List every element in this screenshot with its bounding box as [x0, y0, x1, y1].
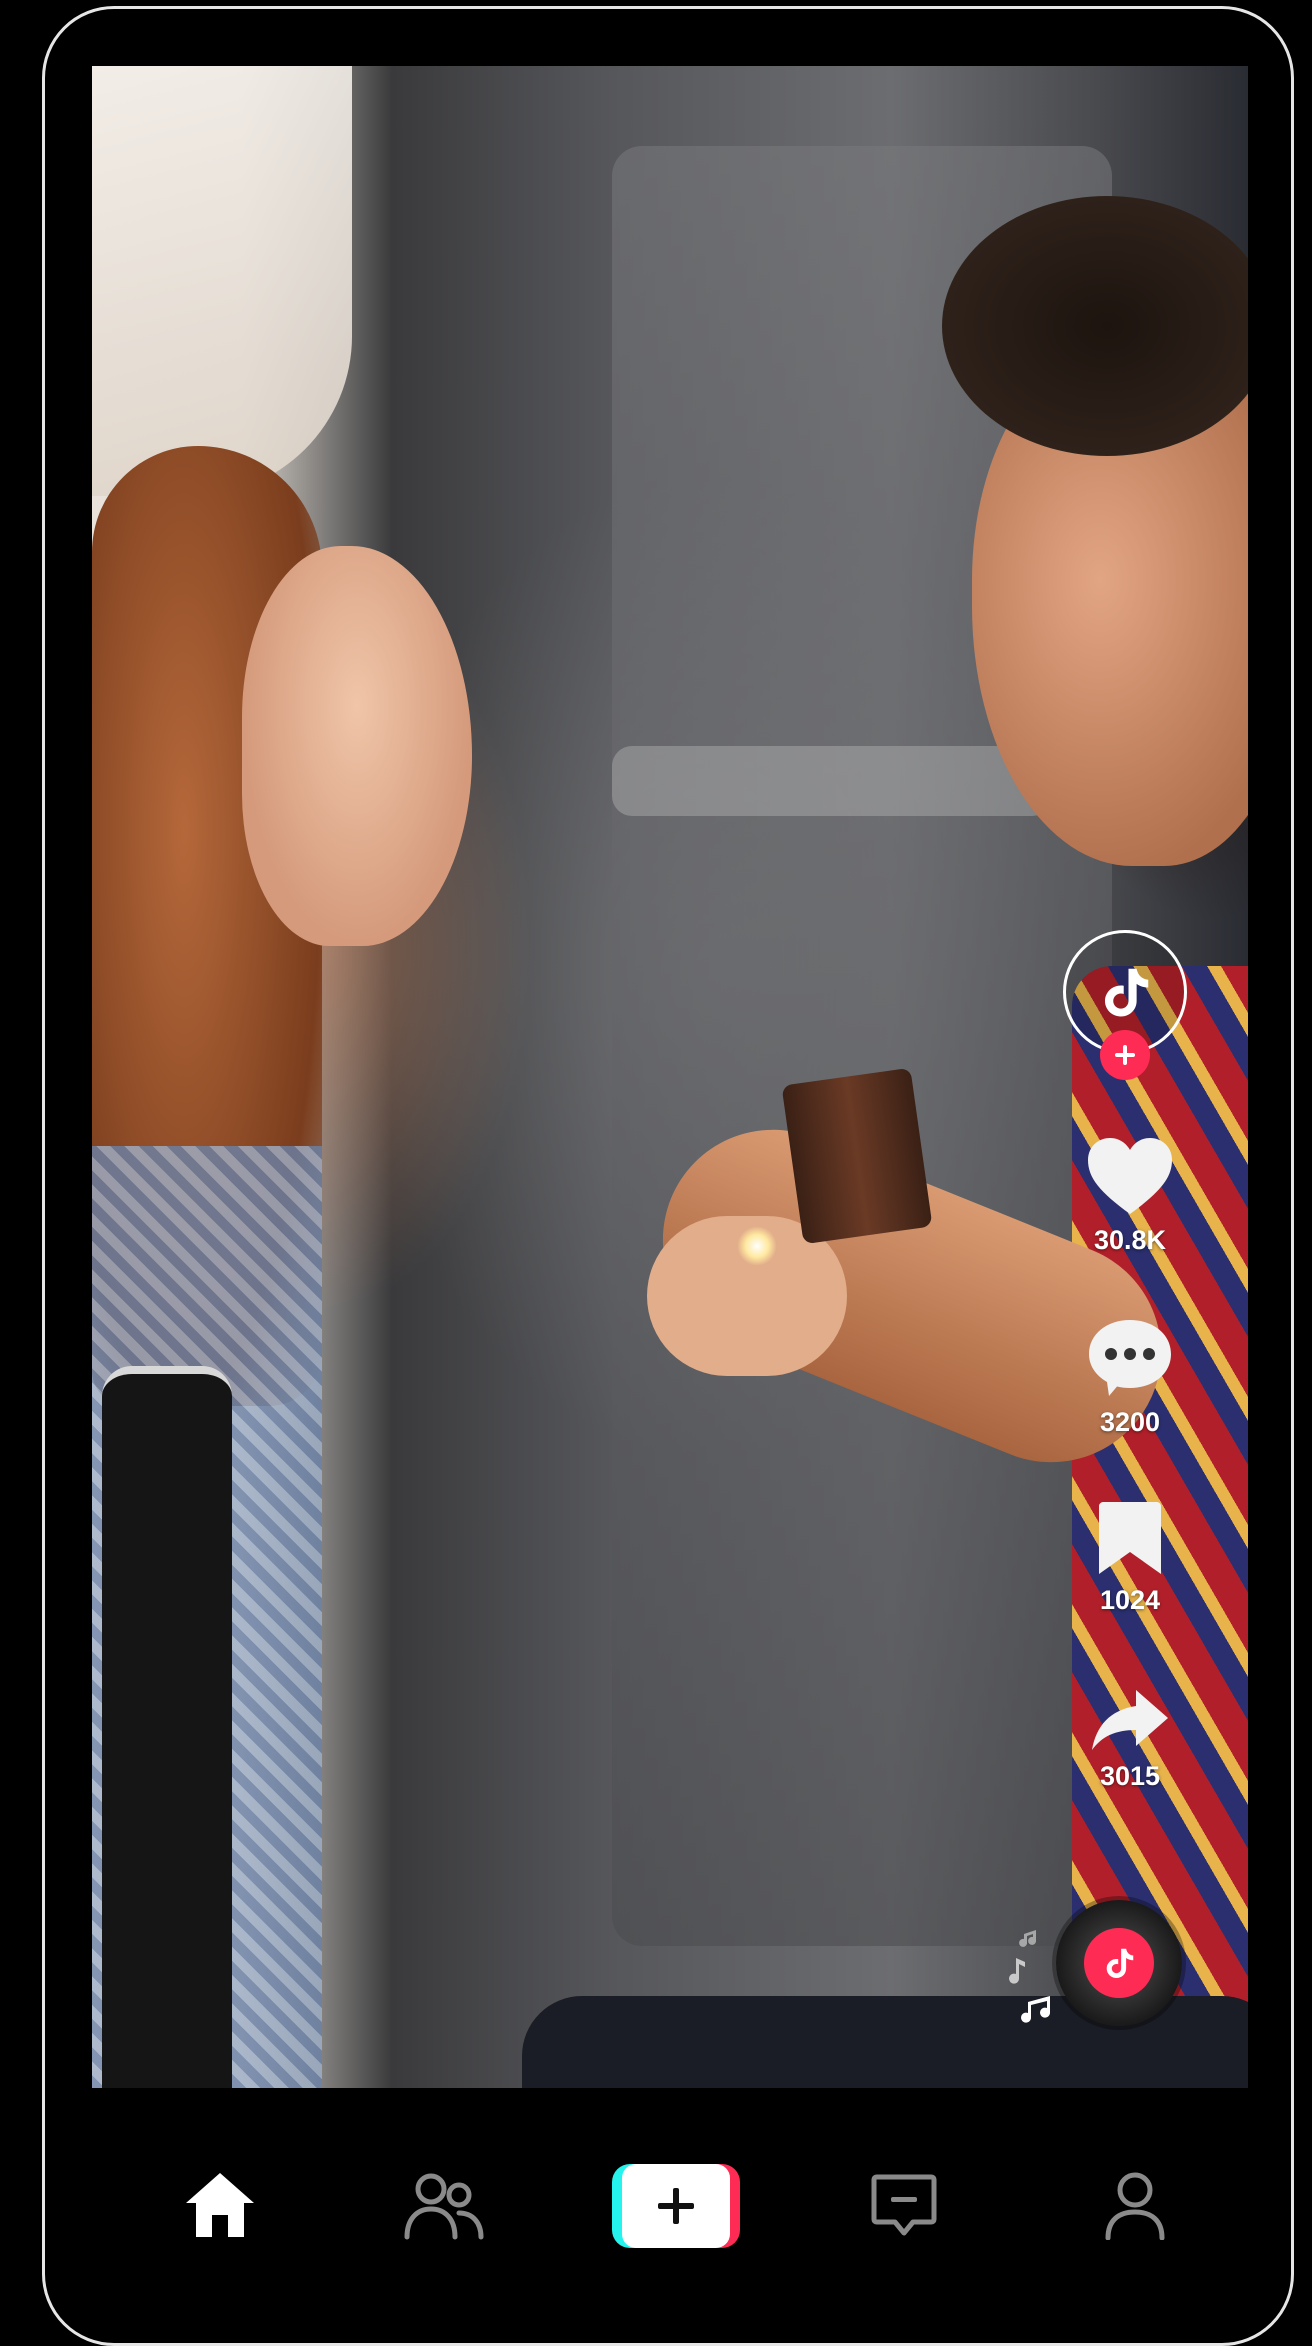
heart-icon	[1088, 1138, 1172, 1214]
create-button[interactable]	[612, 2164, 740, 2248]
plus-icon	[1115, 1045, 1135, 1065]
video-background-window	[92, 66, 352, 496]
inbox-icon	[871, 2174, 937, 2236]
follow-button[interactable]	[1100, 1030, 1150, 1080]
tab-inbox[interactable]	[849, 2150, 959, 2260]
bottom-nav	[92, 2150, 1248, 2270]
bookmark-count: 1024	[1099, 1585, 1161, 1615]
comment-button[interactable]: 3200	[1050, 1318, 1210, 1438]
profile-icon	[1105, 2172, 1165, 2240]
tab-home[interactable]	[165, 2150, 275, 2260]
video-seat	[102, 1366, 232, 2088]
tab-profile[interactable]	[1080, 2150, 1190, 2260]
bookmark-button[interactable]: 1024	[1050, 1500, 1210, 1616]
share-button[interactable]: 3015	[1050, 1688, 1210, 1792]
music-disc-button[interactable]	[1056, 1900, 1182, 2026]
home-icon	[186, 2173, 254, 2237]
tiktok-logo-icon	[1106, 1948, 1134, 1979]
comment-count: 3200	[1099, 1407, 1161, 1437]
like-count: 30.8K	[1093, 1225, 1167, 1255]
create-plus-icon	[658, 2188, 694, 2224]
like-button[interactable]: 30.8K	[1050, 1136, 1210, 1256]
share-count: 3015	[1099, 1761, 1161, 1791]
music-disc-center	[1084, 1928, 1154, 1998]
friends-icon	[404, 2173, 484, 2240]
tab-friends[interactable]	[389, 2150, 499, 2260]
create-button-face	[622, 2164, 730, 2248]
video-sparkle	[737, 1226, 777, 1266]
video-ring-box	[781, 1067, 933, 1245]
comment-bubble-icon	[1089, 1320, 1171, 1396]
share-arrow-icon	[1092, 1690, 1168, 1750]
bookmark-icon	[1099, 1502, 1161, 1574]
video-background-shelf	[612, 746, 1052, 816]
creator-avatar-button[interactable]	[1063, 930, 1191, 1080]
tiktok-logo-icon	[1104, 968, 1149, 1017]
video-person-left-face	[242, 546, 472, 946]
